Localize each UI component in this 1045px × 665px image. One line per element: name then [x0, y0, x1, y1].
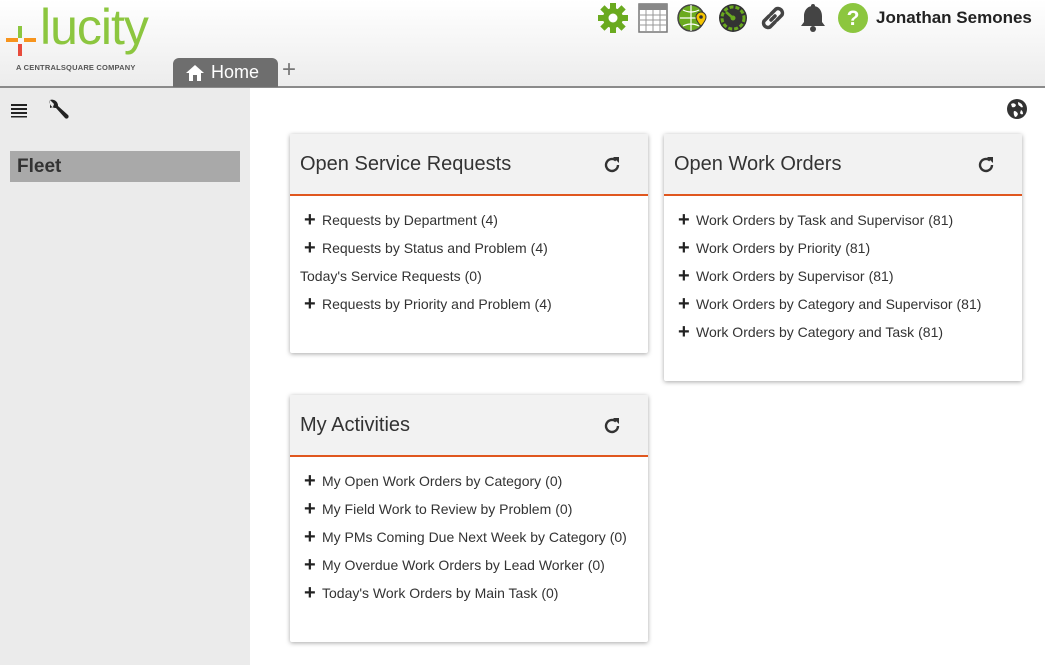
logo-wordmark: lucity	[40, 0, 149, 55]
header-toolbar: ? Jonathan Semones	[596, 2, 1032, 34]
expand-plus-icon[interactable]: +	[304, 583, 320, 603]
list-item[interactable]: Today's Service Requests (0)	[290, 262, 648, 290]
list-item[interactable]: + My Overdue Work Orders by Lead Worker (0…	[290, 551, 648, 579]
map-pin-globe-icon[interactable]	[676, 2, 709, 35]
add-tab-button[interactable]: +	[282, 56, 296, 84]
list-item[interactable]: + Today's Work Orders by Main Task (0)	[290, 579, 648, 607]
home-icon	[186, 64, 204, 81]
expand-plus-icon[interactable]: +	[304, 527, 320, 547]
dashboard-gauge-icon[interactable]	[716, 2, 749, 35]
list-item[interactable]: + Requests by Department (4)	[290, 206, 648, 234]
refresh-icon[interactable]	[976, 155, 996, 175]
list-item[interactable]: + Work Orders by Supervisor (81)	[664, 262, 1022, 290]
refresh-icon[interactable]	[602, 155, 622, 175]
sidebar-item-fleet[interactable]: Fleet	[10, 151, 240, 182]
panel-my-activities: My Activities + My Open Work Orders by Ca…	[290, 395, 648, 642]
list-icon[interactable]	[10, 102, 28, 118]
panel-header: Open Work Orders	[664, 134, 1022, 196]
app-header: lucity A CENTRALSQUARE COMPANY Home + ? …	[0, 0, 1045, 88]
panel-title: Open Work Orders	[674, 153, 842, 175]
logo-cross-icon	[6, 26, 36, 56]
expand-plus-icon[interactable]: +	[678, 210, 694, 230]
wrench-icon[interactable]	[46, 98, 70, 122]
list-item[interactable]: + My Open Work Orders by Category (0)	[290, 467, 648, 495]
panel-title: My Activities	[300, 414, 411, 436]
logo-subtitle: A CENTRALSQUARE COMPANY	[16, 63, 136, 72]
panel-header: Open Service Requests	[290, 134, 648, 196]
expand-plus-icon[interactable]: +	[304, 471, 320, 491]
sidebar: Fleet	[0, 88, 250, 665]
list-item[interactable]: + Work Orders by Category and Task (81)	[664, 318, 1022, 346]
expand-plus-icon[interactable]: +	[678, 238, 694, 258]
tab-home[interactable]: Home	[173, 58, 278, 87]
panel-body: + Requests by Department (4) + Requests by …	[290, 196, 648, 318]
expand-plus-icon[interactable]: +	[678, 322, 694, 342]
refresh-icon[interactable]	[602, 416, 622, 436]
expand-plus-icon[interactable]: +	[304, 555, 320, 575]
sidebar-tools	[10, 98, 70, 122]
expand-plus-icon[interactable]: +	[304, 238, 320, 258]
list-item[interactable]: + Work Orders by Category and Supervisor(…	[664, 290, 1022, 318]
panel-body: + Work Orders by Task and Supervisor (81) …	[664, 196, 1022, 346]
expand-plus-icon[interactable]: +	[304, 294, 320, 314]
svg-text:?: ?	[846, 7, 859, 30]
expand-plus-icon[interactable]: +	[678, 266, 694, 286]
panel-header: My Activities	[290, 395, 648, 457]
panel-open-work-orders: Open Work Orders + Work Orders by Task an…	[664, 134, 1022, 381]
expand-plus-icon[interactable]: +	[304, 499, 320, 519]
list-item[interactable]: + Work Orders by Task and Supervisor (81)	[664, 206, 1022, 234]
list-item[interactable]: + Requests by Priority and Problem (4)	[290, 290, 648, 318]
user-name[interactable]: Jonathan Semones	[876, 8, 1032, 28]
list-item[interactable]: + Work Orders by Priority (81)	[664, 234, 1022, 262]
bell-icon[interactable]	[796, 2, 829, 35]
expand-plus-icon[interactable]: +	[304, 210, 320, 230]
panel-body: + My Open Work Orders by Category (0) + My …	[290, 457, 648, 607]
tab-home-label: Home	[211, 62, 260, 82]
list-item[interactable]: + Requests by Status and Problem (4)	[290, 234, 648, 262]
lucity-logo[interactable]: lucity A CENTRALSQUARE COMPANY	[6, 0, 166, 76]
calendar-icon[interactable]	[636, 2, 669, 35]
gear-icon[interactable]	[596, 2, 629, 35]
list-item[interactable]: + My PMs Coming Due Next Week by Category…	[290, 523, 648, 551]
globe-icon[interactable]	[1006, 98, 1028, 120]
help-icon[interactable]: ?	[836, 2, 869, 35]
list-item[interactable]: + My Field Work to Review by Problem (0)	[290, 495, 648, 523]
expand-plus-icon[interactable]: +	[678, 294, 694, 314]
link-icon[interactable]	[756, 2, 789, 35]
panel-open-service-requests: Open Service Requests + Requests by Depar…	[290, 134, 648, 353]
panel-title: Open Service Requests	[300, 153, 512, 175]
